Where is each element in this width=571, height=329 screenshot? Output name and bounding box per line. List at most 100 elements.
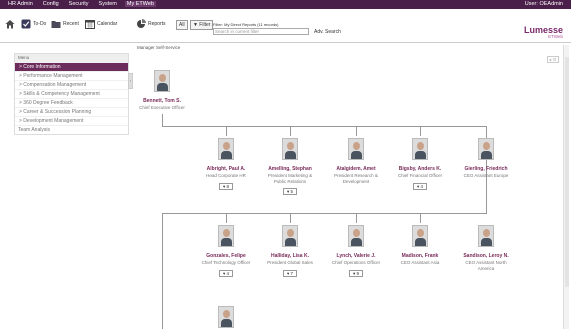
employee-name[interactable]: Sandison, Leroy N. bbox=[458, 253, 514, 259]
employee-photo bbox=[282, 138, 298, 160]
org-node[interactable]: Bigsby, Anders K. Chief Financial Office… bbox=[392, 138, 448, 190]
sidebar-item-development[interactable]: > Development Management bbox=[15, 116, 128, 125]
employee-photo bbox=[282, 225, 298, 247]
all-button[interactable]: All bbox=[176, 20, 188, 30]
sidebar-item-performance[interactable]: > Performance Management bbox=[15, 71, 128, 80]
employee-title: Chief Executive Officer bbox=[139, 105, 185, 110]
employee-name[interactable]: Bigsby, Anders K. bbox=[392, 166, 448, 172]
employee-title: CEO Assistant Asia bbox=[400, 260, 440, 265]
employee-name[interactable]: Halliday, Lisa K. bbox=[262, 253, 318, 259]
employee-photo bbox=[478, 225, 494, 247]
top-menu: HR Admin Config Security System My ETWeb bbox=[6, 1, 156, 7]
employee-name[interactable]: Atalgidem, Amet bbox=[328, 166, 384, 172]
connector bbox=[356, 213, 357, 223]
employee-photo bbox=[218, 306, 234, 328]
org-node[interactable]: Atalgidem, Amet President Research & Dev… bbox=[328, 138, 384, 184]
todo-label: To-Do bbox=[33, 21, 47, 27]
employee-photo bbox=[412, 138, 428, 160]
employee-title: President Global Sales bbox=[267, 260, 313, 265]
employee-name[interactable]: Lynch, Valerie J. bbox=[328, 253, 384, 259]
org-node[interactable]: Halliday, Lisa K. President Global Sales… bbox=[262, 225, 318, 277]
logo: Lumesse ETWeb bbox=[524, 25, 563, 39]
filter-controls: All ▼ Filter bbox=[176, 20, 214, 30]
employee-photo bbox=[478, 138, 494, 160]
menu-system[interactable]: System bbox=[97, 1, 119, 7]
expand-button[interactable]: ▸ ⊡ bbox=[547, 56, 559, 63]
direct-reports-toggle[interactable]: ▾ 7 bbox=[282, 269, 297, 277]
direct-reports-toggle[interactable]: ▾ 9 bbox=[348, 269, 363, 277]
connector bbox=[162, 114, 163, 126]
menu-hr-admin[interactable]: HR Admin bbox=[6, 1, 35, 7]
sidebar-collapse-handle[interactable]: ‹ bbox=[128, 73, 133, 89]
sidebar-item-compensation[interactable]: > Compensation Management bbox=[15, 80, 128, 89]
org-node[interactable]: Madison, Frank CEO Assistant Asia bbox=[392, 225, 448, 266]
org-node[interactable]: Gierling, Friedrich CEO Assistant Europe bbox=[458, 138, 514, 179]
org-node[interactable]: Albright, Paul A. Head Corporate HR ▾ 8 bbox=[198, 138, 254, 190]
employee-name[interactable]: Amelling, Stephan bbox=[262, 166, 318, 172]
employee-title: President Research & Development bbox=[334, 173, 378, 184]
org-node-ceo[interactable]: Bennett, Tom S. Chief Executive Officer bbox=[134, 70, 190, 111]
scrollbar[interactable] bbox=[563, 45, 569, 329]
sidebar-item-360-feedback[interactable]: > 360 Degree Feedback bbox=[15, 98, 128, 107]
employee-photo bbox=[218, 225, 234, 247]
reports-icon bbox=[137, 19, 146, 28]
direct-reports-toggle[interactable]: ▾ 5 bbox=[282, 188, 297, 195]
connector bbox=[226, 213, 227, 223]
calendar-label: Calendar bbox=[97, 21, 118, 27]
employee-name[interactable]: Albright, Paul A. bbox=[198, 166, 254, 172]
direct-reports-toggle[interactable]: ▾ 4 bbox=[412, 182, 427, 190]
connector bbox=[162, 213, 487, 214]
employee-title: CEO Assistant Europe bbox=[463, 173, 509, 178]
org-node[interactable] bbox=[198, 306, 254, 329]
org-node[interactable]: Gonzales, Felipe Chief Technology Office… bbox=[198, 225, 254, 277]
employee-name[interactable]: Gierling, Friedrich bbox=[458, 166, 514, 172]
employee-title: Head Corporate HR bbox=[206, 173, 246, 178]
org-node[interactable]: Amelling, Stephan President Marketing & … bbox=[262, 138, 318, 195]
home-icon bbox=[5, 20, 15, 29]
connector bbox=[162, 213, 163, 329]
connector bbox=[290, 126, 291, 136]
employee-title: Chief Technology Officer bbox=[201, 260, 251, 265]
employee-name[interactable]: Madison, Frank bbox=[392, 253, 448, 259]
employee-title: President Marketing & Public Relations bbox=[267, 173, 313, 184]
adv-search-link[interactable]: Adv. Search bbox=[314, 29, 341, 35]
todo-button[interactable]: To-Do bbox=[21, 19, 46, 29]
connector bbox=[162, 126, 487, 127]
org-node[interactable]: Lynch, Valerie J. Chief Operations Offic… bbox=[328, 225, 384, 277]
direct-reports-toggle[interactable]: ▾ 8 bbox=[218, 182, 233, 190]
reports-button[interactable]: Reports bbox=[136, 19, 166, 29]
filter-label: Filter bbox=[199, 22, 211, 28]
home-button[interactable] bbox=[5, 19, 15, 29]
scroll-thumb[interactable] bbox=[565, 57, 569, 287]
menu-security[interactable]: Security bbox=[67, 1, 91, 7]
employee-title: CEO Assistant North America bbox=[465, 260, 507, 271]
sidebar-item-skills[interactable]: > Skills & Competency Management bbox=[15, 89, 128, 98]
top-menu-bar: HR Admin Config Security System My ETWeb… bbox=[0, 0, 571, 9]
menu-config[interactable]: Config bbox=[41, 1, 61, 7]
employee-photo bbox=[154, 70, 170, 92]
menu-my-etweb[interactable]: My ETWeb bbox=[124, 1, 156, 7]
recent-button[interactable]: Recent bbox=[51, 19, 79, 29]
connector bbox=[356, 126, 357, 136]
sidebar-item-core-information[interactable]: > Core Information bbox=[15, 62, 128, 71]
employee-name[interactable]: Bennett, Tom S. bbox=[134, 98, 190, 104]
filter-header: Filter: My Direct Reports (11 records) bbox=[213, 22, 279, 27]
search-input[interactable]: Search in current filter bbox=[213, 28, 309, 35]
sidebar-header: Menu bbox=[15, 54, 128, 62]
connector bbox=[226, 126, 227, 136]
filter-button[interactable]: ▼ Filter bbox=[189, 20, 214, 30]
filter-icon: ▼ bbox=[192, 22, 198, 28]
folder-icon bbox=[51, 21, 61, 28]
employee-name[interactable]: Gonzales, Felipe bbox=[198, 253, 254, 259]
employee-photo bbox=[348, 138, 364, 160]
employee-photo bbox=[218, 138, 234, 160]
calendar-button[interactable]: Calendar bbox=[85, 19, 117, 29]
org-node[interactable]: Sandison, Leroy N. CEO Assistant North A… bbox=[458, 225, 514, 271]
direct-reports-toggle[interactable]: ▾ 4 bbox=[218, 269, 233, 277]
checkbox-icon bbox=[21, 19, 31, 29]
connector bbox=[420, 213, 421, 223]
employee-title: Chief Operations Officer bbox=[331, 260, 381, 265]
sidebar-item-team-analysis[interactable]: Team Analysis bbox=[15, 125, 128, 134]
reports-label: Reports bbox=[148, 21, 166, 27]
sidebar-item-career[interactable]: > Career & Succession Planning bbox=[15, 107, 128, 116]
